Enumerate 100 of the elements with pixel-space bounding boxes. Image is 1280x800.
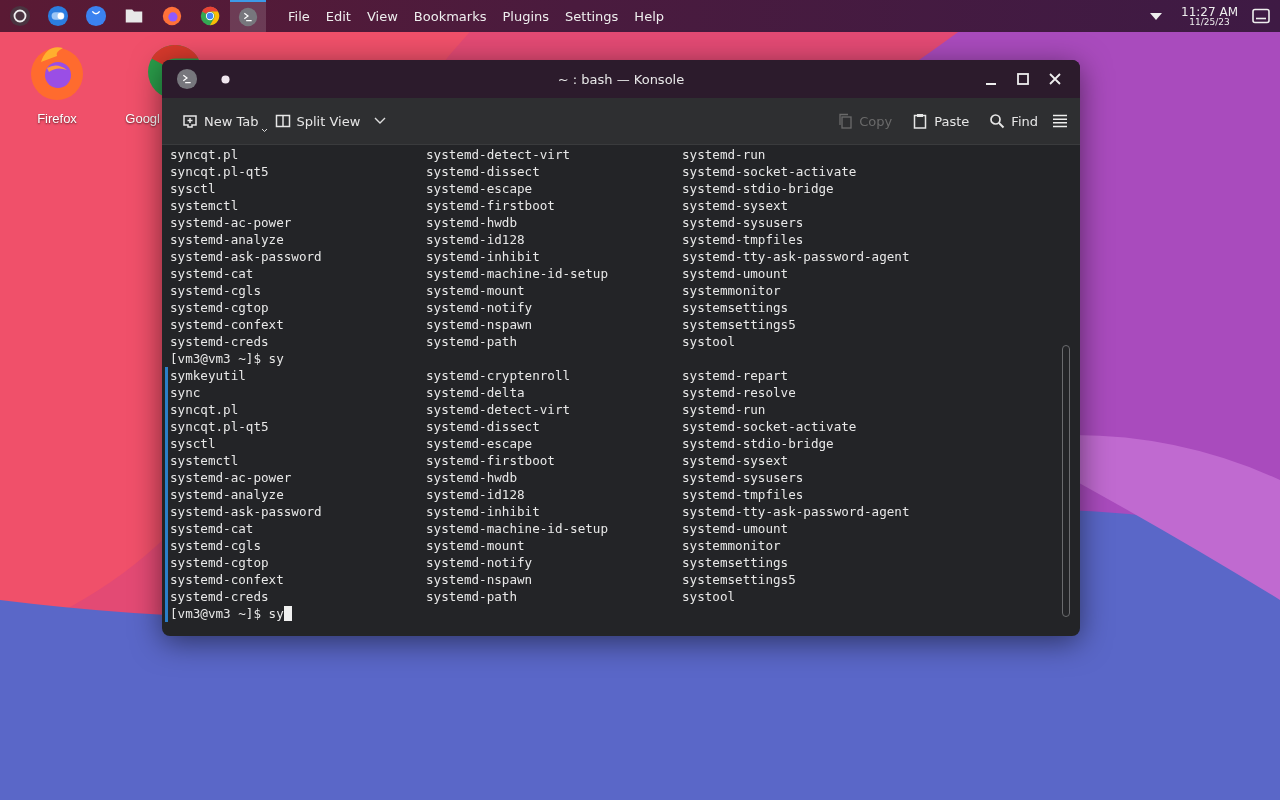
- clock-time: 11:27 AM: [1181, 5, 1238, 18]
- terminal-text: systemd-nspawn: [426, 571, 534, 588]
- terminal-text: systemd-stdio-bridge: [682, 180, 835, 197]
- terminal-text: systemd-id128: [426, 486, 526, 503]
- terminal-text: systemd-cgls: [170, 537, 262, 554]
- terminal-text: systemd-notify: [426, 299, 534, 316]
- chevron-down-icon: [374, 117, 387, 125]
- maximize-icon: [1015, 71, 1031, 87]
- bag-icon: [85, 5, 107, 27]
- terminal-text: systemd-sysusers: [682, 469, 805, 486]
- menu-item[interactable]: File: [280, 8, 318, 24]
- terminal-text: systemd-socket-activate: [682, 418, 858, 435]
- terminal-text: systemd-path: [426, 333, 518, 350]
- menu-item[interactable]: Help: [626, 8, 672, 24]
- paste-button[interactable]: Paste: [906, 109, 976, 133]
- terminal-text: systemd-tty-ask-password-agent: [682, 248, 911, 265]
- terminal-text: systemd-detect-virt: [426, 401, 572, 418]
- terminal-text: systemd-sysext: [682, 452, 790, 469]
- terminal-text: systemmonitor: [682, 537, 782, 554]
- terminal-text: systemsettings: [682, 299, 790, 316]
- menu-item[interactable]: Settings: [557, 8, 627, 24]
- terminal-text: systemd-cat: [170, 265, 255, 282]
- find-button[interactable]: Find: [983, 109, 1044, 133]
- terminal-text: systemd-ac-power: [170, 214, 293, 231]
- terminal-icon: [176, 68, 198, 90]
- close-icon: [1047, 71, 1063, 87]
- menu-item[interactable]: Bookmarks: [405, 8, 495, 24]
- terminal-text: systemd-dissect: [426, 418, 541, 435]
- terminal-text: systemd-analyze: [170, 231, 285, 248]
- terminal-text: systemctl: [170, 197, 240, 214]
- dot-icon[interactable]: [221, 74, 230, 84]
- terminal-text: systemd-cgtop: [170, 299, 270, 316]
- terminal-text: sysctl: [170, 180, 217, 197]
- terminal-text: systemd-mount: [426, 282, 526, 299]
- terminal-text: systemd-creds: [170, 588, 270, 605]
- terminal-text: systemd-cat: [170, 520, 255, 537]
- terminal-text: systemd-resolve: [682, 384, 797, 401]
- terminal-text: systemd-nspawn: [426, 316, 534, 333]
- terminal-text: systemd-delta: [426, 384, 526, 401]
- search-icon: [989, 113, 1006, 129]
- new-tab-icon: [182, 113, 198, 129]
- terminal-text: systemd-hwdb: [426, 214, 518, 231]
- terminal-text: syncqt.pl-qt5: [170, 418, 270, 435]
- toggle-icon: [47, 5, 69, 27]
- terminal-text: systemmonitor: [682, 282, 782, 299]
- caret-icon[interactable]: [1149, 11, 1164, 21]
- terminal-text: systemd-ask-password: [170, 248, 323, 265]
- clipboard-icon: [912, 113, 929, 129]
- menu-item[interactable]: View: [358, 8, 406, 24]
- terminal-text: systemd-firstboot: [426, 452, 556, 469]
- terminal-text: systemd-mount: [426, 537, 526, 554]
- terminal-text: systemd-path: [426, 588, 518, 605]
- caret-icon: [260, 128, 268, 133]
- shell-prompt: [vm3@vm3 ~]$ sy: [170, 350, 284, 367]
- terminal-text: systemd-confext: [170, 316, 285, 333]
- terminal-text: systemd-notify: [426, 554, 534, 571]
- terminal-icon: [237, 6, 259, 28]
- terminal-text: syncqt.pl-qt5: [170, 163, 270, 180]
- new-tab-button[interactable]: New Tab: [176, 109, 265, 133]
- terminal-text: systemd-cryptenroll: [426, 367, 572, 384]
- terminal-text: systemd-escape: [426, 435, 534, 452]
- chrome-icon: [199, 5, 221, 27]
- terminal-text: systemd-cgls: [170, 282, 262, 299]
- terminal-text: systemsettings5: [682, 571, 797, 588]
- terminal-text: systemd-repart: [682, 367, 790, 384]
- window-title: ~ : bash — Konsole: [557, 71, 685, 87]
- shell-prompt: [vm3@vm3 ~]$ sy: [170, 605, 284, 622]
- terminal-text: systemd-run: [682, 401, 767, 418]
- app-menu-icon: [9, 5, 31, 27]
- terminal-text: systemd-inhibit: [426, 248, 541, 265]
- terminal-text: systemd-analyze: [170, 486, 285, 503]
- terminal-text: systemd-creds: [170, 333, 270, 350]
- screen-icon[interactable]: [1252, 8, 1270, 24]
- menu-item[interactable]: Edit: [317, 8, 359, 24]
- terminal-text: systemd-machine-id-setup: [426, 265, 609, 282]
- terminal-text: systemd-tmpfiles: [682, 231, 805, 248]
- menu-item[interactable]: Plugins: [494, 8, 558, 24]
- terminal-text: systemd-socket-activate: [682, 163, 858, 180]
- firefox-icon: [161, 5, 183, 27]
- split-view-button[interactable]: Split View: [268, 109, 393, 133]
- terminal-text: systemsettings5: [682, 316, 797, 333]
- terminal-text: systemd-confext: [170, 571, 285, 588]
- minimize-icon: [986, 83, 996, 85]
- terminal-text: syncqt.pl: [170, 401, 240, 418]
- terminal-text: systemd-escape: [426, 180, 534, 197]
- clock-date: 11/25/23: [1189, 17, 1230, 27]
- terminal-text: systemd-tty-ask-password-agent: [682, 503, 911, 520]
- terminal-text: systemd-stdio-bridge: [682, 435, 835, 452]
- terminal-text: systemd-ask-password: [170, 503, 323, 520]
- terminal-text: systemd-cgtop: [170, 554, 270, 571]
- terminal-text: systemd-sysusers: [682, 214, 805, 231]
- terminal-text: systool: [682, 588, 737, 605]
- terminal-text: systemd-ac-power: [170, 469, 293, 486]
- terminal-text: syncqt.pl: [170, 146, 240, 163]
- terminal-text: systemd-run: [682, 146, 767, 163]
- terminal-text: systemd-sysext: [682, 197, 790, 214]
- copy-icon: [837, 113, 854, 129]
- terminal-text: systemd-dissect: [426, 163, 541, 180]
- terminal-text: systool: [682, 333, 737, 350]
- terminal-text: systemd-umount: [682, 265, 790, 282]
